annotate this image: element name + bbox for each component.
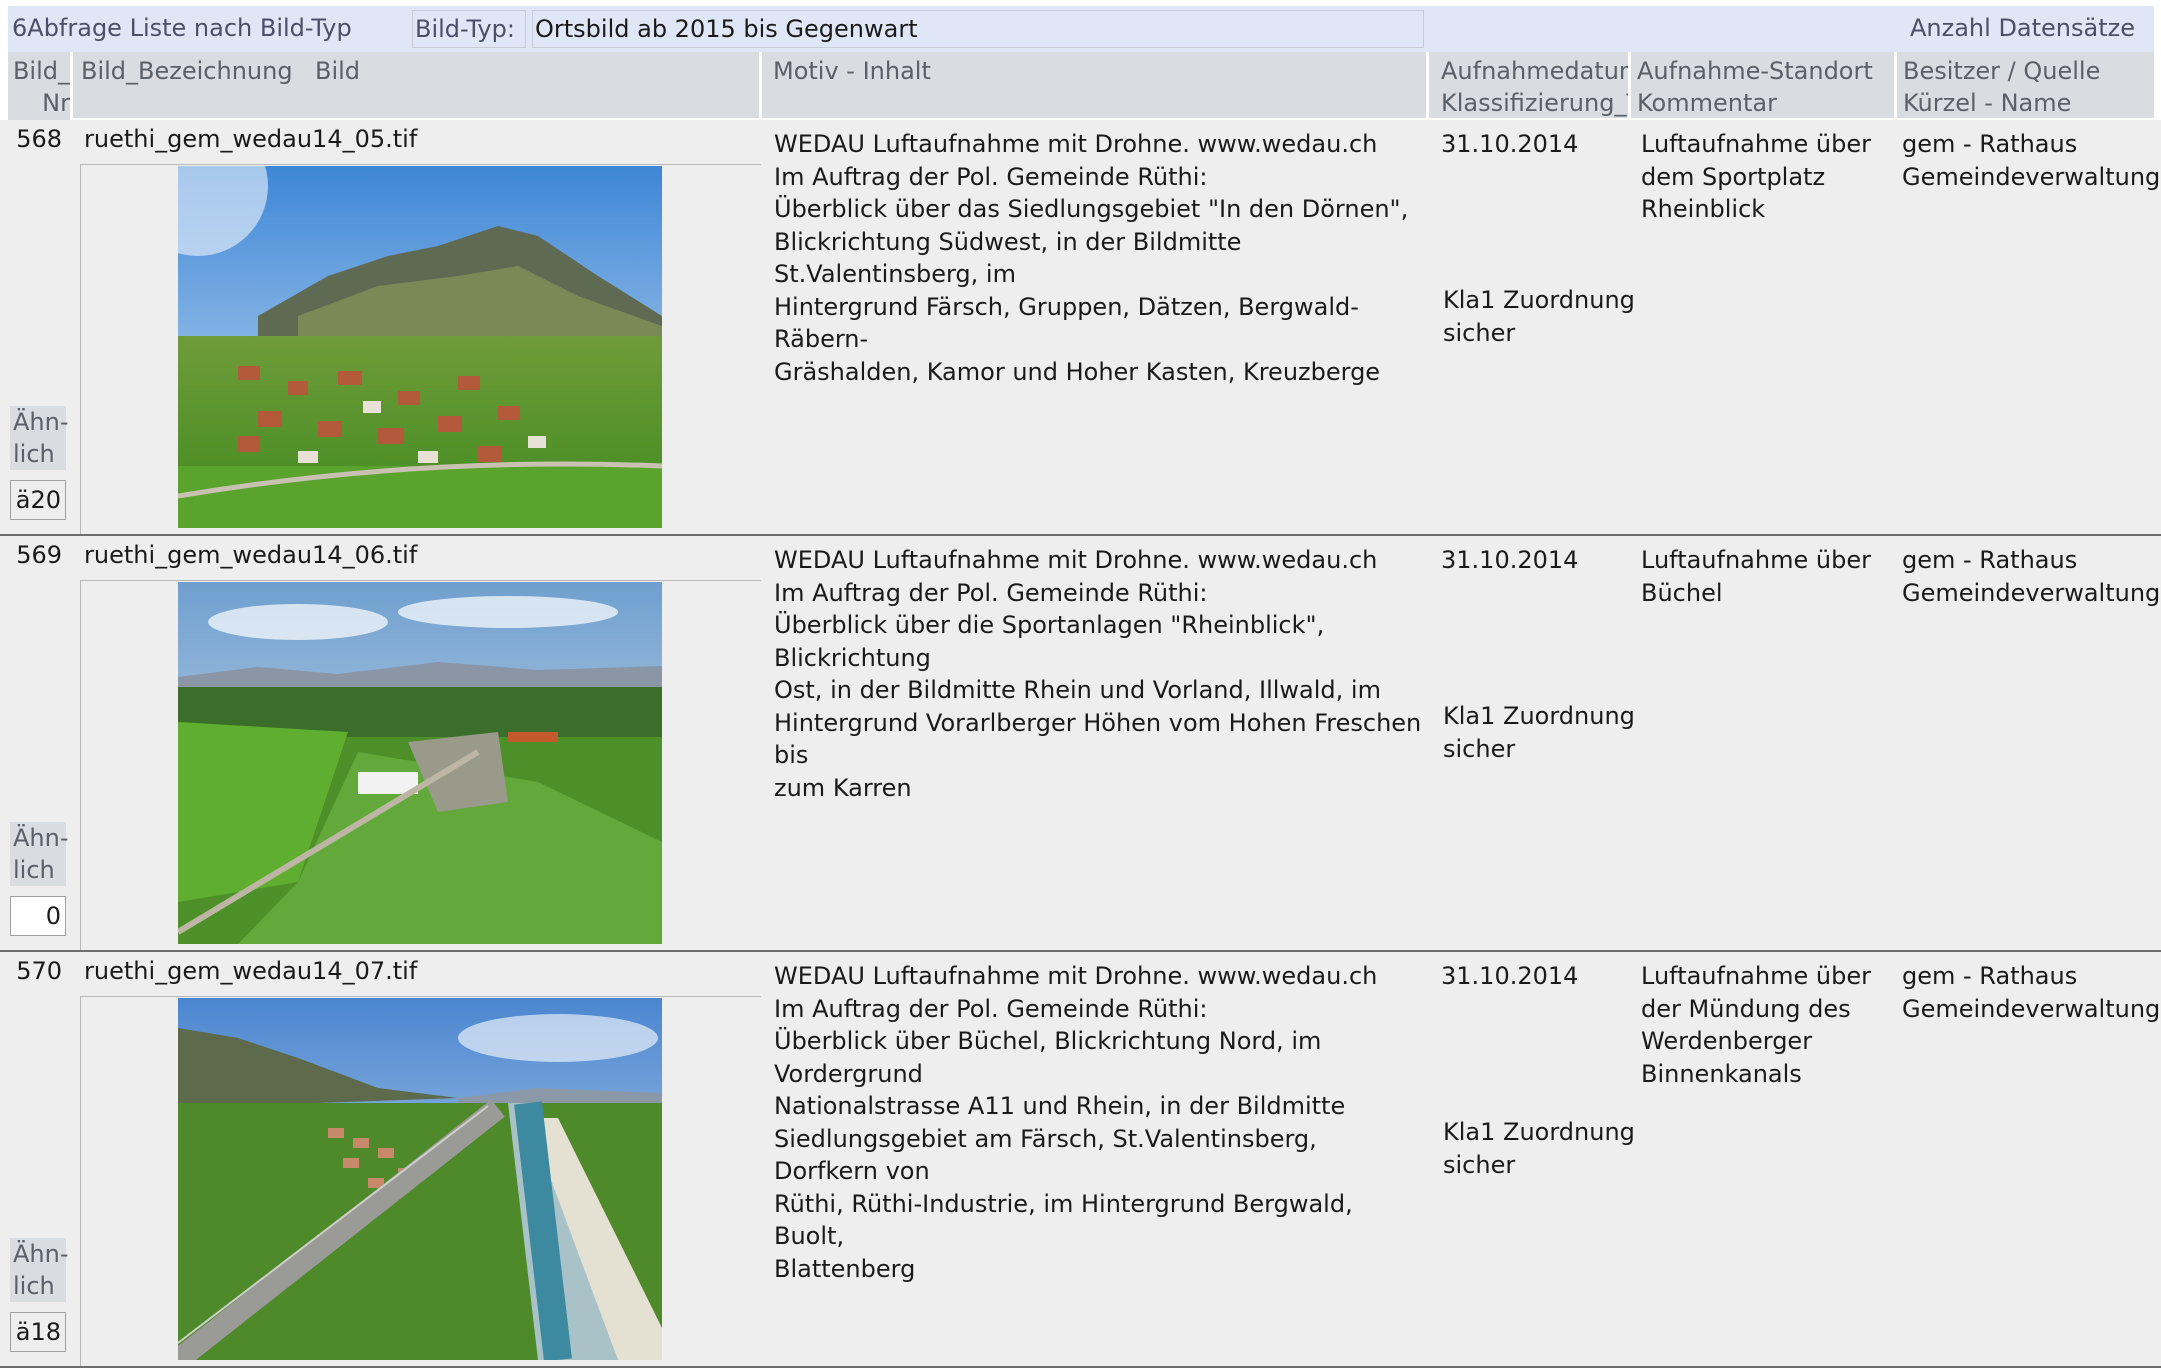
record-klassifizierung: Kla1 Zuordnung sicher: [1443, 1118, 1635, 1179]
filter-label-box: Bild-Typ:: [412, 10, 526, 48]
record-filename[interactable]: ruethi_gem_wedau14_06.tif: [84, 541, 417, 569]
col-header-bild: Bild: [315, 57, 361, 85]
record-photo[interactable]: [178, 582, 662, 944]
record-standort: Luftaufnahme über dem Sportplatz Rheinbl…: [1641, 130, 1871, 223]
record-photo[interactable]: [178, 166, 662, 528]
col-header-datum: Aufnahmedatum Klassifizierung_T: [1429, 52, 1642, 118]
record-besitzer: gem - Rathaus Gemeindeverwaltung: [1902, 546, 2161, 607]
record-nr: 569: [16, 541, 62, 569]
aerial-river-highway-photo: [178, 998, 662, 1360]
record-standort: Luftaufnahme über Büchel: [1641, 546, 1871, 607]
record-photo[interactable]: [178, 998, 662, 1360]
aehnlich-label: Ähn- lich: [10, 1238, 69, 1302]
record-klassifizierung: Kla1 Zuordnung sicher: [1443, 286, 1635, 347]
col-header-bezeichnung-group: Bild_Bezeichnung Bild: [73, 52, 759, 118]
record-motiv: WEDAU Luftaufnahme mit Drohne. www.wedau…: [774, 130, 1409, 386]
col-header-motiv-group: Motiv - Inhalt: [762, 52, 1426, 118]
aehnlich-label: Ähn- lich: [10, 822, 69, 886]
col-header-standort: Aufnahme-Standort Kommentar: [1631, 52, 1894, 118]
col-header-motiv: Motiv - Inhalt: [773, 57, 931, 85]
record-count-label: Anzahl Datensätze: [1910, 14, 2135, 42]
record-datum: 31.10.2014: [1441, 962, 1579, 990]
aehnlich-field[interactable]: ä18: [10, 1312, 66, 1352]
aerial-sports-field-photo: [178, 582, 662, 944]
bild-typ-combobox[interactable]: Ortsbild ab 2015 bis Gegenwart: [532, 10, 1424, 48]
aehnlich-field[interactable]: ä20: [10, 480, 66, 520]
col-header-bezeichnung: Bild_Bezeichnung: [81, 57, 293, 85]
record-besitzer: gem - Rathaus Gemeindeverwaltung: [1902, 962, 2161, 1023]
record-filename[interactable]: ruethi_gem_wedau14_05.tif: [84, 125, 417, 153]
form-header: 6Abfrage Liste nach Bild-Typ Bild-Typ: O…: [0, 0, 2161, 54]
aerial-village-photo: [178, 166, 662, 528]
record-datum: 31.10.2014: [1441, 130, 1579, 158]
record-filename[interactable]: ruethi_gem_wedau14_07.tif: [84, 957, 417, 985]
aehnlich-field[interactable]: 0: [10, 896, 66, 936]
record-klassifizierung: Kla1 Zuordnung sicher: [1443, 702, 1635, 763]
record-standort: Luftaufnahme über der Mündung des Werden…: [1641, 962, 1871, 1088]
bild-typ-value: Ortsbild ab 2015 bis Gegenwart: [535, 15, 918, 43]
col-header-nr: Bild_ Nr: [8, 52, 70, 121]
record-nr: 568: [16, 125, 62, 153]
filter-label: Bild-Typ:: [415, 15, 515, 43]
record-besitzer: gem - Rathaus Gemeindeverwaltung: [1902, 130, 2161, 191]
record-motiv: WEDAU Luftaufnahme mit Drohne. www.wedau…: [774, 546, 1422, 802]
record-datum: 31.10.2014: [1441, 546, 1579, 574]
record-nr: 570: [16, 957, 62, 985]
col-header-besitzer: Besitzer / Quelle Kürzel - Name: [1897, 52, 2154, 118]
record-motiv: WEDAU Luftaufnahme mit Drohne. www.wedau…: [774, 962, 1378, 1283]
aehnlich-label: Ähn- lich: [10, 406, 69, 470]
form-title: 6Abfrage Liste nach Bild-Typ: [12, 14, 352, 42]
